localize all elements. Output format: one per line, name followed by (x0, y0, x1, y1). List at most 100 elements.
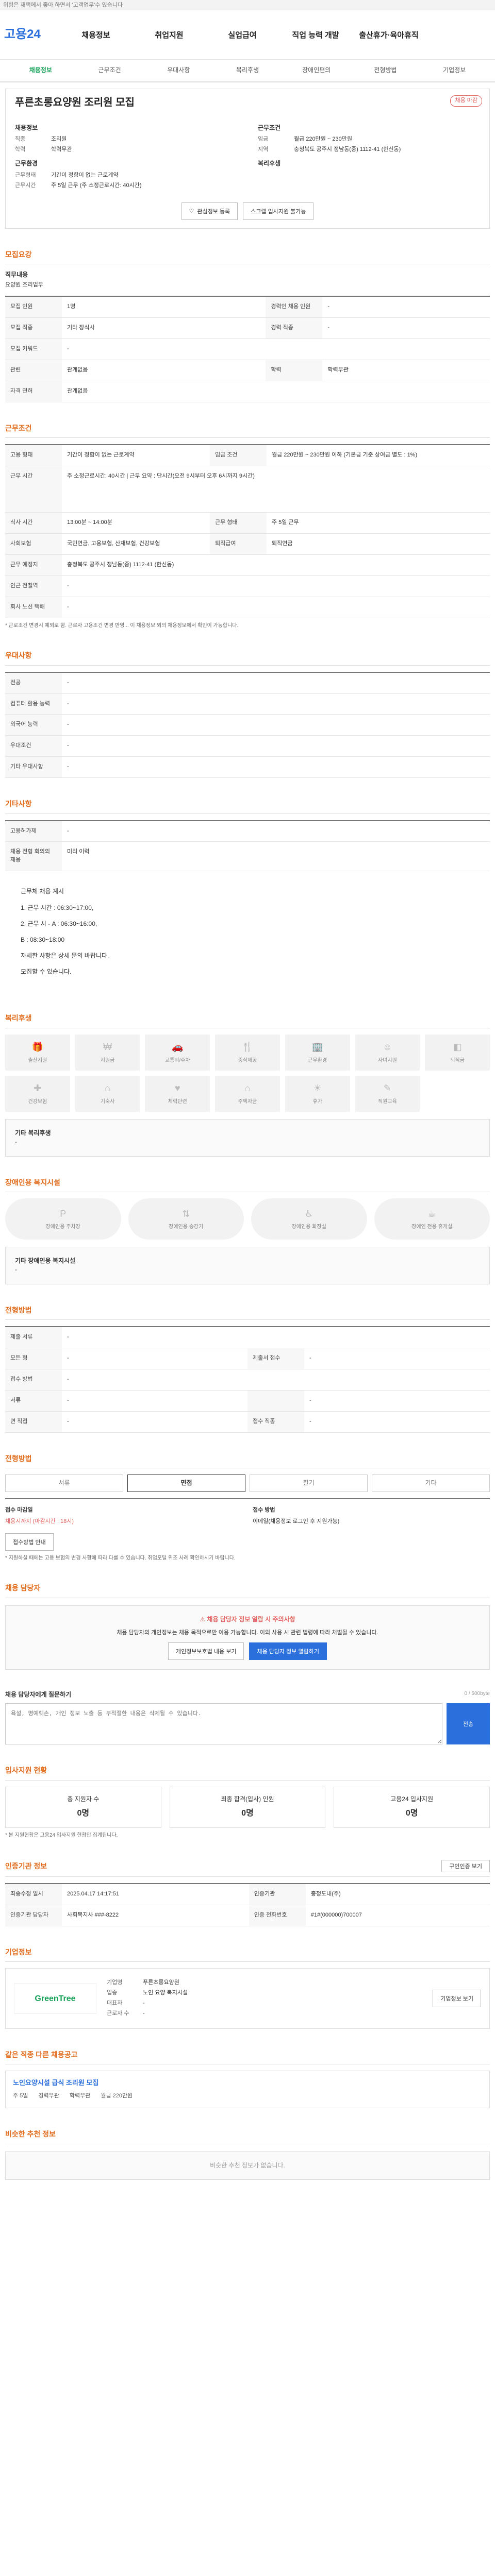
welfare-item: ₩ 지원금 (75, 1034, 140, 1071)
view-manager-button[interactable]: 채용 담당자 정보 열람하기 (249, 1642, 327, 1660)
cell-value: - (62, 1326, 490, 1348)
gnb-item[interactable]: 직업 능력 개발 (282, 30, 350, 41)
cell-value: - (62, 1348, 248, 1369)
welfare-item: ♥ 체력단련 (145, 1075, 210, 1112)
education-icon: ✎ (383, 1083, 391, 1094)
cell-label: 인증 전화번호 (249, 1905, 306, 1926)
table-row: 관련 관계없음 학력 학력무관 (5, 360, 490, 381)
tab-welfare[interactable]: 복리후생 (213, 66, 282, 75)
tab-process[interactable]: 전형방법 (351, 66, 420, 75)
table-row: 외국어 능력 - (5, 714, 490, 736)
status-card: 고용24 입사지원 0명 (334, 1786, 490, 1828)
row-label: 업종 (107, 1990, 118, 1996)
ask-title: 채용 담당자에게 질문하기 (5, 1690, 72, 1698)
cell-value: 관계없음 (62, 381, 490, 402)
similar-item[interactable]: 노인요양시설 급식 조리원 모집 주 5일 경력무관 학력무관 월급 220만원 (5, 2071, 490, 2109)
similar-attr: 경력무관 (38, 2093, 59, 2099)
welfare-item: ⌂ 기숙사 (75, 1075, 140, 1112)
row-value: 충청북도 공주시 정남동(중) 1112-41 (한신동) (294, 146, 401, 153)
section-title: 근무조건 (5, 423, 490, 438)
gnb-item[interactable]: 채용정보 (62, 30, 130, 41)
cell-label: 외국어 능력 (5, 714, 62, 736)
box-value: - (15, 1138, 17, 1146)
tab-company[interactable]: 기업정보 (420, 66, 489, 75)
cell-value: 관계없음 (62, 360, 266, 381)
tab-recruit[interactable]: 채용정보 (6, 66, 75, 75)
privacy-law-button[interactable]: 개인정보보호법 내용 보기 (168, 1642, 244, 1660)
process-table: 제출 서류 - 모든 형 - 제출서 접수 - 접수 방법 - 서류 - - 면 직접 - 접수 … (5, 1326, 490, 1433)
welfare-item: ☺ 자녀지원 (355, 1034, 420, 1071)
cell-label: 모집 직종 (5, 317, 62, 340)
facility-item: ♿ 장애인용 화장실 (251, 1198, 367, 1240)
facility-label: 장애인용 주차장 (45, 1224, 80, 1230)
cell-value: 1명 (62, 296, 266, 318)
recruit-section: 모집요강 직무내용 요양원 조리업무 모집 인원 1명 경력인 채용 인원 - 모집 … (5, 249, 490, 402)
cell-label: 퇴직급여 (210, 533, 267, 555)
gnb-item[interactable]: 실업급여 (208, 30, 276, 41)
table-row: 근무 예정지 충청북도 공주시 정남동(중) 1112-41 (한신동) (5, 554, 490, 576)
step-tab[interactable]: 면접 (127, 1474, 245, 1492)
step-tab[interactable]: 기타 (372, 1474, 490, 1492)
cell-value: 주 5일 근무 (267, 512, 490, 534)
row-value: 월급 220만원 ~ 230만원 (294, 136, 353, 143)
tab-conditions[interactable]: 근무조건 (75, 66, 144, 75)
subsection-title: 직무내용 (5, 270, 28, 278)
cell-value: - (62, 1411, 248, 1433)
info-label: 접수 방법 (253, 1506, 275, 1513)
heart-icon: ♡ (189, 208, 194, 215)
tab-preferred[interactable]: 우대사항 (144, 66, 213, 75)
row-value: - (143, 2010, 145, 2017)
interest-label: 관심정보 등록 (197, 208, 230, 215)
apply-guide-button[interactable]: 접수방법 안내 (5, 1533, 54, 1551)
cell-label: 전공 (5, 672, 62, 694)
site-header: 고용24 채용정보 취업지원 실업급여 직업 능력 개발 출산휴가·육아휴직 (0, 10, 495, 60)
status-grid: 총 지원자 수 0명 최종 합격(입사) 인원 0명 고용24 입사지원 0명 (5, 1786, 490, 1828)
status-card: 최종 합격(입사) 인원 0명 (169, 1786, 326, 1828)
section-title: 전형방법 (5, 1453, 490, 1468)
recommend-section: 비슷한 추천 정보 비슷한 추천 정보가 없습니다. (5, 2129, 490, 2180)
cell-label: 학력 (266, 360, 323, 381)
site-logo[interactable]: 고용24 (4, 26, 41, 44)
table-row: 컴퓨터 활용 능력 - (5, 693, 490, 715)
cell-label: 컴퓨터 활용 능력 (5, 693, 62, 715)
welfare-label: 중식제공 (238, 1057, 257, 1063)
section-title: 전형방법 (5, 1305, 490, 1320)
btn-label: 전송 (463, 1721, 474, 1728)
row-label: 근로자 수 (107, 2010, 129, 2017)
wallet-icon: ◧ (453, 1042, 462, 1053)
step-tab[interactable]: 서류 (5, 1474, 123, 1492)
welfare-item: ✎ 직원교육 (355, 1075, 420, 1112)
cell-label: 임금 조건 (210, 445, 267, 467)
welfare-item: 🚗 교통비/주차 (145, 1034, 210, 1071)
job-title: 푸른초롱요양원 조리원 모집 (15, 97, 135, 108)
send-button[interactable]: 전송 (447, 1703, 490, 1745)
cell-label: 제출서 접수 (248, 1348, 304, 1369)
facility-section: 장애인용 복지시설 P 장애인용 주차장 ⇅ 장애인용 승강기 ♿ 장애인용 화장실 … (5, 1177, 490, 1284)
cell-value: - (62, 714, 490, 736)
table-row: 모든 형 - 제출서 접수 - (5, 1348, 490, 1369)
company-view-button[interactable]: 기업정보 보기 (433, 1990, 481, 2008)
child-icon: ☺ (383, 1042, 392, 1053)
apply-button[interactable]: 스크랩 입사지원 불가능 (243, 202, 314, 220)
interest-button[interactable]: ♡ 관심정보 등록 (181, 202, 238, 220)
company-section: 기업정보 GreenTree 기업명 푸른초롱요양원 업종 노인 요양 복지시설 대… (5, 1947, 490, 2029)
row-value: 기간이 정함이 없는 근로계약 (51, 172, 119, 178)
row-label: 근무시간 (15, 182, 36, 189)
welfare-grid: 🎁 출산지원 ₩ 지원금 🚗 교통비/주차 🍴 중식제공 🏢 근무환경 ☺ 자녀지원 ◧ 퇴직… (5, 1034, 490, 1112)
section-tabs: 채용정보 근무조건 우대사항 복리후생 장애인편의 전형방법 기업정보 (0, 60, 495, 82)
step-tab[interactable]: 필기 (250, 1474, 368, 1492)
welfare-label: 기숙사 (100, 1098, 115, 1105)
tab-facility[interactable]: 장애인편의 (282, 66, 351, 75)
home-icon: ⌂ (105, 1083, 110, 1094)
gnb-item[interactable]: 출산휴가·육아휴직 (355, 30, 423, 41)
reg-view-button[interactable]: 구인인증 보기 (441, 1860, 490, 1873)
welfare-label: 주택자금 (238, 1098, 257, 1105)
summary-heading: 근무조건 (258, 124, 281, 131)
question-input[interactable] (5, 1703, 443, 1745)
gnb-item[interactable]: 취업지원 (135, 30, 203, 41)
facility-label: 장애인용 승강기 (169, 1224, 204, 1230)
similar-title[interactable]: 노인요양시설 급식 조리원 모집 (13, 2079, 98, 2087)
cell-value: - (62, 820, 490, 842)
cell-label: 모집 인원 (5, 296, 62, 318)
section-title: 모집요강 (5, 249, 490, 264)
